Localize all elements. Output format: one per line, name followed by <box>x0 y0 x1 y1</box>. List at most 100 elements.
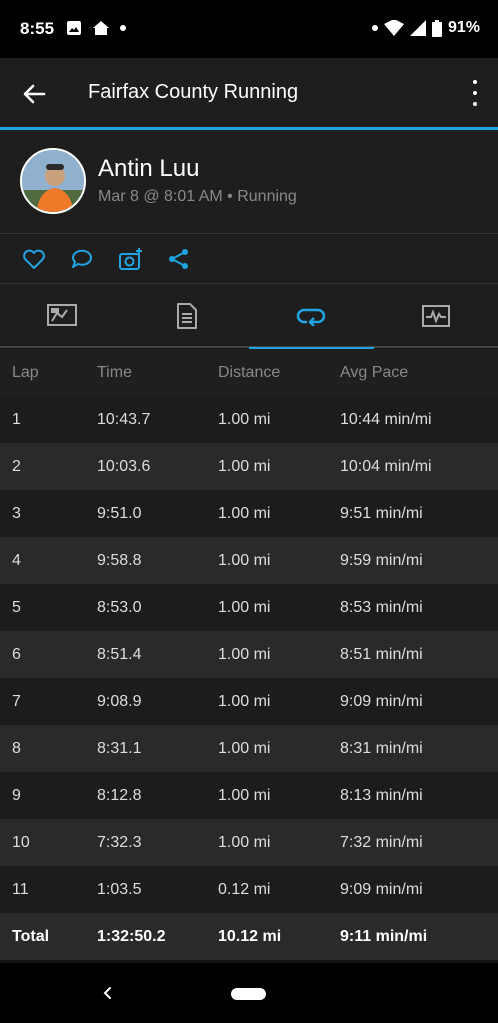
lap-number: 5 <box>12 598 21 616</box>
avatar[interactable] <box>20 148 86 214</box>
table-header: Lap Time Distance Avg Pace <box>0 349 498 396</box>
details-tab-icon <box>176 303 197 329</box>
app-bar: Fairfax County Running <box>0 58 498 127</box>
nav-home-pill[interactable] <box>231 988 266 1000</box>
total-label: Total <box>12 927 50 945</box>
header-distance: Distance <box>218 363 281 381</box>
image-icon <box>67 21 81 35</box>
more-options-icon[interactable] <box>470 80 480 106</box>
home-icon <box>93 21 109 35</box>
chart-tab-icon <box>421 305 450 327</box>
wifi-icon <box>383 20 404 36</box>
table-row: 5 8:53.0 1.00 mi 8:53 min/mi <box>0 584 498 631</box>
lap-distance: 1.00 mi <box>218 457 271 475</box>
lap-avg-pace: 8:13 min/mi <box>340 786 423 804</box>
table-row: 1 10:43.7 1.00 mi 10:44 min/mi <box>0 396 498 443</box>
header-avg-pace: Avg Pace <box>340 363 409 381</box>
lap-time: 8:51.4 <box>97 645 142 663</box>
table-row: 9 8:12.8 1.00 mi 8:13 min/mi <box>0 772 498 819</box>
laps-tab-icon <box>297 308 326 326</box>
lap-number: 11 <box>12 880 29 898</box>
back-arrow-icon[interactable] <box>20 80 48 108</box>
lap-number: 8 <box>12 739 21 757</box>
nav-back-icon[interactable] <box>100 985 116 1001</box>
tab-map[interactable] <box>0 284 125 348</box>
lap-distance: 1.00 mi <box>218 410 271 428</box>
total-distance: 10.12 mi <box>218 927 282 945</box>
tab-details[interactable] <box>125 284 250 348</box>
notification-dot <box>120 25 126 31</box>
status-time: 8:55 <box>20 19 55 38</box>
total-avg-pace: 9:11 min/mi <box>340 927 428 945</box>
social-actions <box>0 234 498 284</box>
table-row: 7 9:08.9 1.00 mi 9:09 min/mi <box>0 678 498 725</box>
activity-tabs <box>0 284 498 350</box>
lap-avg-pace: 10:04 min/mi <box>340 457 432 475</box>
lap-distance: 1.00 mi <box>218 692 271 710</box>
lap-avg-pace: 10:44 min/mi <box>340 410 432 428</box>
comment-icon[interactable] <box>69 246 95 272</box>
lap-time: 10:43.7 <box>97 410 151 428</box>
lap-avg-pace: 9:09 min/mi <box>340 880 423 898</box>
lap-distance: 1.00 mi <box>218 833 271 851</box>
lap-time: 1:03.5 <box>97 880 142 898</box>
table-row: 4 9:58.8 1.00 mi 9:59 min/mi <box>0 537 498 584</box>
tab-charts[interactable] <box>374 284 498 348</box>
lap-number: 2 <box>12 457 21 475</box>
lap-time: 9:08.9 <box>97 692 142 710</box>
table-row: 8 8:31.1 1.00 mi 8:31 min/mi <box>0 725 498 772</box>
battery-icon <box>431 19 442 37</box>
map-tab-icon <box>47 304 78 326</box>
activity-header: Antin Luu Mar 8 @ 8:01 AM • Running <box>0 130 498 234</box>
lap-avg-pace: 8:31 min/mi <box>340 739 423 757</box>
lap-avg-pace: 7:32 min/mi <box>340 833 423 851</box>
lap-number: 10 <box>12 833 30 851</box>
add-photo-icon[interactable] <box>118 246 144 272</box>
lap-distance: 1.00 mi <box>218 504 271 522</box>
activity-title: Fairfax County Running <box>88 81 299 103</box>
lap-distance: 1.00 mi <box>218 551 271 569</box>
lap-time: 9:51.0 <box>97 504 142 522</box>
share-icon[interactable] <box>166 246 192 272</box>
lap-distance: 1.00 mi <box>218 645 271 663</box>
lap-number: 4 <box>12 551 21 569</box>
status-notification-icons <box>66 20 126 36</box>
header-lap: Lap <box>12 363 39 381</box>
lap-number: 1 <box>12 410 21 428</box>
tab-laps[interactable] <box>249 284 374 350</box>
status-bar: 8:55 91% <box>0 0 498 58</box>
total-time: 1:32:50.2 <box>97 927 166 945</box>
lap-time: 8:12.8 <box>97 786 142 804</box>
signal-icon <box>409 20 426 36</box>
lap-avg-pace: 8:51 min/mi <box>340 645 423 663</box>
notification-dot <box>371 25 378 31</box>
table-row: 2 10:03.6 1.00 mi 10:04 min/mi <box>0 443 498 490</box>
lap-time: 8:53.0 <box>97 598 142 616</box>
user-name[interactable]: Antin Luu <box>98 155 199 183</box>
lap-time: 9:58.8 <box>97 551 142 569</box>
lap-distance: 1.00 mi <box>218 739 271 757</box>
lap-avg-pace: 9:51 min/mi <box>340 504 423 522</box>
lap-time: 10:03.6 <box>97 457 151 475</box>
status-right: 91% <box>371 19 480 37</box>
table-row: 10 7:32.3 1.00 mi 7:32 min/mi <box>0 819 498 866</box>
table-row: 11 1:03.5 0.12 mi 9:09 min/mi <box>0 866 498 913</box>
lap-number: 9 <box>12 786 21 804</box>
laps-table: Lap Time Distance Avg Pace 1 10:43.7 1.00 … <box>0 349 498 960</box>
heart-icon[interactable] <box>21 246 47 272</box>
system-nav-bar <box>0 963 498 1023</box>
lap-time: 7:32.3 <box>97 833 142 851</box>
header-time: Time <box>97 363 132 381</box>
lap-number: 6 <box>12 645 21 663</box>
lap-distance: 1.00 mi <box>218 598 271 616</box>
lap-number: 7 <box>12 692 21 710</box>
table-row: 6 8:51.4 1.00 mi 8:51 min/mi <box>0 631 498 678</box>
lap-distance: 1.00 mi <box>218 786 271 804</box>
lap-number: 3 <box>12 504 21 522</box>
lap-distance: 0.12 mi <box>218 880 271 898</box>
lap-avg-pace: 8:53 min/mi <box>340 598 423 616</box>
total-row: Total 1:32:50.2 10.12 mi 9:11 min/mi <box>0 913 498 960</box>
activity-meta: Mar 8 @ 8:01 AM • Running <box>98 188 297 205</box>
table-row: 3 9:51.0 1.00 mi 9:51 min/mi <box>0 490 498 537</box>
lap-time: 8:31.1 <box>97 739 142 757</box>
